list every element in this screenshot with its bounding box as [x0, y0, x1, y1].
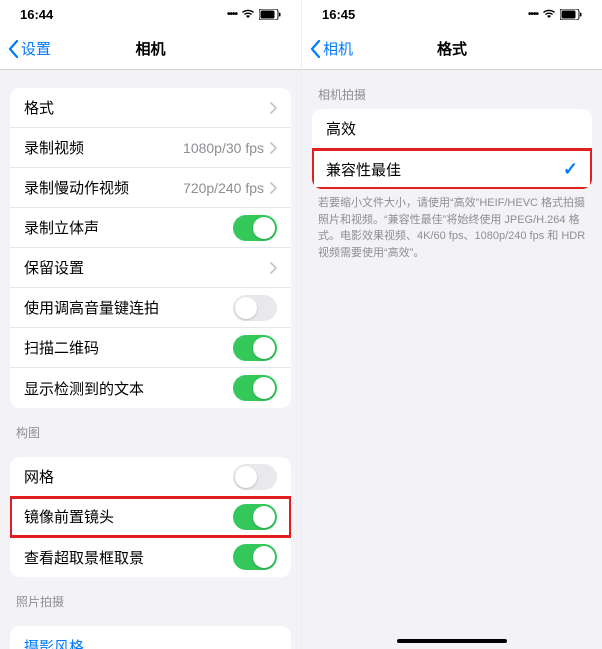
row-detail: 720p/240 fps — [183, 180, 264, 196]
battery-icon — [259, 9, 281, 20]
row-label: 查看超取景框取景 — [24, 547, 233, 568]
settings-group-main: 格式录制视频1080p/30 fps录制慢动作视频720p/240 fps录制立… — [10, 88, 291, 408]
toggle-switch[interactable] — [233, 544, 277, 570]
chevron-left-icon — [8, 40, 19, 58]
row-label: 摄影风格 — [24, 636, 277, 649]
settings-row[interactable]: 扫描二维码 — [10, 328, 291, 368]
home-indicator[interactable] — [397, 639, 507, 643]
row-label: 兼容性最佳 — [326, 159, 563, 180]
status-bar: 16:45 •••• — [302, 0, 602, 28]
camera-settings-screen: 16:44 •••• 设置 相机 格式录制视频1080p/30 fps录制慢动作… — [0, 0, 301, 649]
row-label: 镜像前置镜头 — [24, 506, 233, 527]
status-indicators: •••• — [227, 9, 281, 20]
toggle-switch[interactable] — [233, 375, 277, 401]
section-header-composition: 构图 — [0, 408, 301, 447]
settings-row[interactable]: 使用调高音量键连拍 — [10, 288, 291, 328]
settings-group-photo: 摄影风格 — [10, 626, 291, 649]
settings-group-composition: 网格镜像前置镜头查看超取景框取景 — [10, 457, 291, 577]
settings-content[interactable]: 格式录制视频1080p/30 fps录制慢动作视频720p/240 fps录制立… — [0, 70, 301, 649]
row-label: 录制视频 — [24, 137, 183, 158]
back-button[interactable]: 相机 — [302, 38, 353, 59]
settings-row[interactable]: 保留设置 — [10, 248, 291, 288]
toggle-switch[interactable] — [233, 295, 277, 321]
formats-group: 高效兼容性最佳✓ — [312, 109, 592, 189]
settings-row[interactable]: 录制立体声 — [10, 208, 291, 248]
settings-row[interactable]: 格式 — [10, 88, 291, 128]
wifi-icon — [241, 9, 255, 19]
row-label: 使用调高音量键连拍 — [24, 297, 233, 318]
status-indicators: •••• — [528, 9, 582, 20]
back-label: 相机 — [323, 38, 353, 59]
cellular-icon: •••• — [528, 9, 538, 20]
chevron-right-icon — [270, 102, 277, 114]
toggle-switch[interactable] — [233, 464, 277, 490]
cellular-icon: •••• — [227, 9, 237, 20]
settings-row[interactable]: 网格 — [10, 457, 291, 497]
settings-row[interactable]: 摄影风格 — [10, 626, 291, 649]
status-time: 16:45 — [322, 7, 355, 22]
section-header-capture: 相机拍摄 — [302, 70, 602, 109]
wifi-icon — [542, 9, 556, 19]
row-label: 录制立体声 — [24, 217, 233, 238]
toggle-switch[interactable] — [233, 504, 277, 530]
status-bar: 16:44 •••• — [0, 0, 301, 28]
settings-row[interactable]: 高效 — [312, 109, 592, 149]
chevron-right-icon — [270, 182, 277, 194]
settings-row[interactable]: 显示检测到的文本 — [10, 368, 291, 408]
formats-content[interactable]: 相机拍摄 高效兼容性最佳✓ 若要缩小文件大小，请使用“高效”HEIF/HEVC … — [302, 70, 602, 649]
row-detail: 1080p/30 fps — [183, 140, 264, 156]
row-label: 高效 — [326, 118, 578, 139]
back-label: 设置 — [21, 38, 51, 59]
nav-bar: 相机 格式 — [302, 28, 602, 70]
toggle-switch[interactable] — [233, 215, 277, 241]
section-footer-formats: 若要缩小文件大小，请使用“高效”HEIF/HEVC 格式拍摄照片和视频。“兼容性… — [302, 189, 602, 265]
settings-row[interactable]: 录制慢动作视频720p/240 fps — [10, 168, 291, 208]
settings-row[interactable]: 录制视频1080p/30 fps — [10, 128, 291, 168]
row-label: 扫描二维码 — [24, 337, 233, 358]
row-label: 保留设置 — [24, 257, 264, 278]
formats-screen: 16:45 •••• 相机 格式 相机拍摄 高效兼容性最佳✓ 若要缩小文件大小，… — [301, 0, 602, 649]
row-label: 格式 — [24, 97, 264, 118]
chevron-right-icon — [270, 262, 277, 274]
chevron-left-icon — [310, 40, 321, 58]
battery-icon — [560, 9, 582, 20]
row-label: 网格 — [24, 466, 233, 487]
checkmark-icon: ✓ — [563, 159, 578, 180]
settings-row[interactable]: 查看超取景框取景 — [10, 537, 291, 577]
toggle-switch[interactable] — [233, 335, 277, 361]
nav-bar: 设置 相机 — [0, 28, 301, 70]
row-label: 显示检测到的文本 — [24, 378, 233, 399]
status-time: 16:44 — [20, 7, 53, 22]
section-header-photo: 照片拍摄 — [0, 577, 301, 616]
settings-row[interactable]: 镜像前置镜头 — [10, 497, 291, 537]
row-label: 录制慢动作视频 — [24, 177, 183, 198]
settings-row[interactable]: 兼容性最佳✓ — [312, 149, 592, 189]
back-button[interactable]: 设置 — [0, 38, 51, 59]
chevron-right-icon — [270, 142, 277, 154]
